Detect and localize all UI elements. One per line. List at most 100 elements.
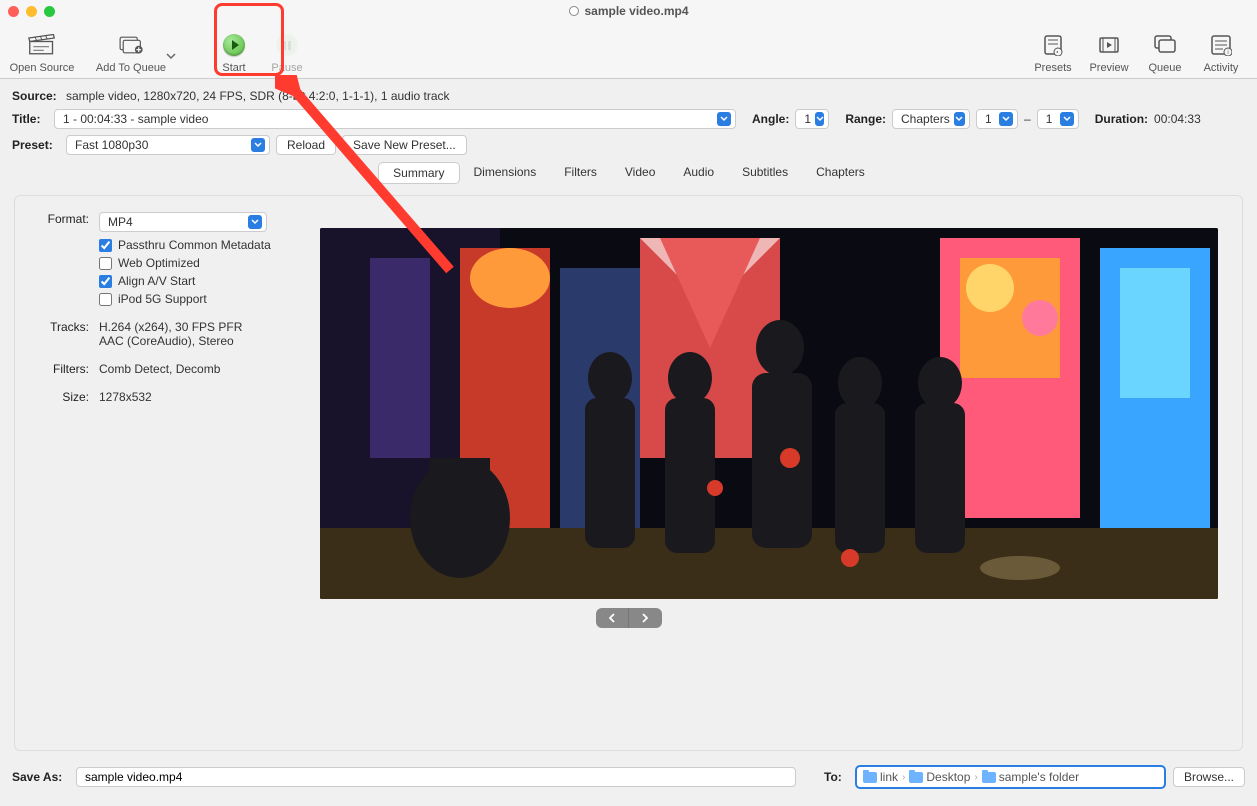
angle-select[interactable]: 1 <box>795 109 829 129</box>
folder-icon <box>982 772 996 783</box>
preview-icon <box>1098 30 1120 60</box>
chevron-down-icon <box>954 112 965 126</box>
close-button[interactable] <box>8 6 19 17</box>
bottom-bar: Save As: To: link › Desktop › sample's f… <box>0 766 1257 788</box>
duration-value: 00:04:33 <box>1154 112 1201 126</box>
format-select[interactable]: MP4 <box>99 212 267 232</box>
tracks-label: Tracks: <box>33 320 89 348</box>
queue-icon <box>1153 30 1177 60</box>
open-source-button[interactable]: Open Source <box>2 26 82 78</box>
preset-label: Preset: <box>12 138 60 152</box>
chevron-down-icon <box>1060 112 1074 126</box>
folder-icon <box>909 772 923 783</box>
save-as-input[interactable] <box>76 767 796 787</box>
activity-icon: i <box>1210 30 1232 60</box>
pause-button: Pause <box>262 26 312 78</box>
pause-label: Pause <box>271 62 302 74</box>
chevron-down-icon <box>248 215 262 229</box>
traffic-lights <box>8 6 55 17</box>
toolbar: Open Source Add To Queue Start Pause Pre… <box>0 22 1257 79</box>
content-area: Source: sample video, 1280x720, 24 FPS, … <box>0 79 1257 751</box>
range-mode-value: Chapters <box>901 112 950 126</box>
chevron-down-icon <box>999 112 1013 126</box>
maximize-button[interactable] <box>44 6 55 17</box>
chevron-down-icon <box>166 51 176 61</box>
presets-button[interactable]: Presets <box>1025 26 1081 78</box>
save-new-preset-button[interactable]: Save New Preset... <box>342 135 467 155</box>
window-title: sample video.mp4 <box>568 4 688 18</box>
preview-nav <box>596 608 662 628</box>
range-to-select[interactable]: 1 <box>1037 109 1079 129</box>
presets-icon <box>1042 30 1064 60</box>
chevron-down-icon <box>251 138 265 152</box>
add-to-queue-label: Add To Queue <box>96 62 166 74</box>
folder-icon <box>863 772 877 783</box>
range-label: Range: <box>845 112 886 126</box>
format-value: MP4 <box>108 215 244 229</box>
preview-next-button[interactable] <box>629 608 662 628</box>
browse-button[interactable]: Browse... <box>1173 767 1245 787</box>
tab-chapters[interactable]: Chapters <box>802 162 879 184</box>
play-icon <box>223 34 245 56</box>
tracks-line2: AAC (CoreAudio), Stereo <box>99 334 242 348</box>
preset-select[interactable]: Fast 1080p30 <box>66 135 270 155</box>
angle-value: 1 <box>804 112 811 126</box>
tab-subtitles[interactable]: Subtitles <box>728 162 802 184</box>
title-select[interactable]: 1 - 00:04:33 - sample video <box>54 109 736 129</box>
path-segment: sample's folder <box>982 770 1079 784</box>
tracks-line1: H.264 (x264), 30 FPS PFR <box>99 320 242 334</box>
tab-bar: Summary Dimensions Filters Video Audio S… <box>377 161 880 185</box>
path-segment: Desktop <box>909 770 970 784</box>
range-mode-select[interactable]: Chapters <box>892 109 970 129</box>
chevron-right-icon: › <box>902 772 905 783</box>
film-clapper-icon <box>28 30 56 60</box>
start-label: Start <box>222 62 245 74</box>
open-source-label: Open Source <box>10 62 75 74</box>
tab-audio[interactable]: Audio <box>669 162 728 184</box>
to-label: To: <box>824 770 848 784</box>
format-label: Format: <box>33 212 89 232</box>
tab-video[interactable]: Video <box>611 162 669 184</box>
add-to-queue-dropdown[interactable] <box>166 40 176 64</box>
preset-value: Fast 1080p30 <box>75 138 247 152</box>
range-from-select[interactable]: 1 <box>976 109 1018 129</box>
tab-filters[interactable]: Filters <box>550 162 611 184</box>
reload-button[interactable]: Reload <box>276 135 336 155</box>
preview-button[interactable]: Preview <box>1081 26 1137 78</box>
path-segment: link <box>863 770 898 784</box>
range-to-value: 1 <box>1046 112 1056 126</box>
save-as-label: Save As: <box>12 770 68 784</box>
window-title-text: sample video.mp4 <box>584 4 688 18</box>
chevron-down-icon <box>717 112 731 126</box>
angle-label: Angle: <box>752 112 789 126</box>
preview-image <box>320 228 1218 599</box>
destination-path[interactable]: link › Desktop › sample's folder <box>856 766 1165 788</box>
summary-pane: Format: MP4 Passthru Common Metadata Web… <box>14 195 1243 751</box>
queue-button[interactable]: Queue <box>1137 26 1193 78</box>
queue-add-icon <box>117 30 145 60</box>
start-button[interactable]: Start <box>206 26 262 78</box>
title-value: 1 - 00:04:33 - sample video <box>63 112 713 126</box>
filters-value: Comb Detect, Decomb <box>99 362 220 376</box>
duration-label: Duration: <box>1095 112 1148 126</box>
preview-prev-button[interactable] <box>596 608 629 628</box>
chevron-right-icon: › <box>974 772 977 783</box>
chevron-down-icon <box>815 112 824 126</box>
activity-button[interactable]: i Activity <box>1193 26 1249 78</box>
tab-dimensions[interactable]: Dimensions <box>460 162 551 184</box>
size-label: Size: <box>33 390 89 404</box>
preview-label: Preview <box>1089 62 1128 74</box>
source-value: sample video, 1280x720, 24 FPS, SDR (8-b… <box>66 89 450 103</box>
title-label: Title: <box>12 112 48 126</box>
pause-icon <box>276 34 298 56</box>
range-separator: – <box>1024 112 1031 126</box>
minimize-button[interactable] <box>26 6 37 17</box>
queue-label: Queue <box>1148 62 1181 74</box>
tab-summary[interactable]: Summary <box>378 162 459 184</box>
filters-label: Filters: <box>33 362 89 376</box>
titlebar: sample video.mp4 <box>0 0 1257 22</box>
range-from-value: 1 <box>985 112 995 126</box>
presets-label: Presets <box>1034 62 1071 74</box>
svg-text:i: i <box>1227 50 1228 56</box>
document-proxy-icon <box>568 6 578 16</box>
